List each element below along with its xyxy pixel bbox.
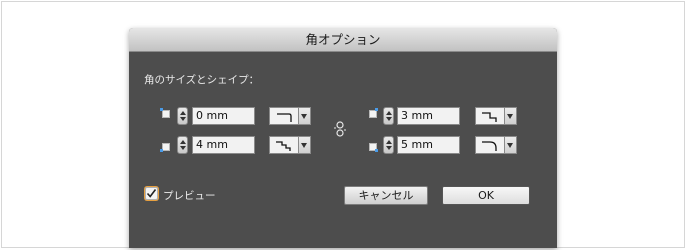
top-left-shape-select[interactable] xyxy=(269,107,311,125)
stepper-down-icon[interactable] xyxy=(386,146,392,150)
bottom-left-stepper[interactable] xyxy=(177,136,188,154)
top-left-stepper[interactable] xyxy=(177,107,188,125)
bottom-right-stepper[interactable] xyxy=(383,136,394,154)
stepper-down-icon[interactable] xyxy=(180,146,186,150)
stepper-up-icon[interactable] xyxy=(180,140,186,144)
corner-options-dialog: 角オプション 角のサイズとシェイプ： 0 mm 3 mm 4 mm 5 mm プ… xyxy=(129,28,557,248)
chevron-down-icon[interactable] xyxy=(505,107,517,125)
ok-button[interactable]: OK xyxy=(442,186,530,205)
bottom-right-shape-select[interactable] xyxy=(475,136,517,154)
bottom-left-corner-icon[interactable] xyxy=(160,141,171,152)
top-right-shape-select[interactable] xyxy=(475,107,517,125)
preview-checkbox[interactable] xyxy=(145,187,158,200)
top-right-size-input[interactable]: 3 mm xyxy=(397,107,460,125)
top-left-corner-icon[interactable] xyxy=(160,108,171,119)
bottom-right-corner-icon[interactable] xyxy=(367,141,378,152)
chevron-down-icon[interactable] xyxy=(505,136,517,154)
stepper-down-icon[interactable] xyxy=(180,117,186,121)
stepper-up-icon[interactable] xyxy=(386,111,392,115)
chevron-down-icon[interactable] xyxy=(299,136,311,154)
dialog-title: 角オプション xyxy=(305,32,381,47)
bottom-right-size-input[interactable]: 5 mm xyxy=(397,136,460,154)
preview-label[interactable]: プレビュー xyxy=(163,188,216,203)
cancel-button[interactable]: キャンセル xyxy=(344,186,428,205)
rounded-corner-icon xyxy=(475,136,505,154)
stepper-down-icon[interactable] xyxy=(386,117,392,121)
section-label: 角のサイズとシェイプ： xyxy=(144,74,260,86)
top-left-size-input[interactable]: 0 mm xyxy=(192,107,255,125)
chain-link-icon[interactable] xyxy=(333,121,347,137)
top-right-corner-icon[interactable] xyxy=(367,108,378,119)
bottom-left-size-input[interactable]: 4 mm xyxy=(192,136,255,154)
fancy-corner-icon xyxy=(269,136,299,154)
top-right-stepper[interactable] xyxy=(383,107,394,125)
stepper-up-icon[interactable] xyxy=(386,140,392,144)
stepper-up-icon[interactable] xyxy=(180,111,186,115)
chevron-down-icon[interactable] xyxy=(299,107,311,125)
bottom-left-shape-select[interactable] xyxy=(269,136,311,154)
dialog-title-bar: 角オプション xyxy=(129,28,557,52)
inverse-rounded-corner-icon xyxy=(269,107,299,125)
inset-corner-icon xyxy=(475,107,505,125)
